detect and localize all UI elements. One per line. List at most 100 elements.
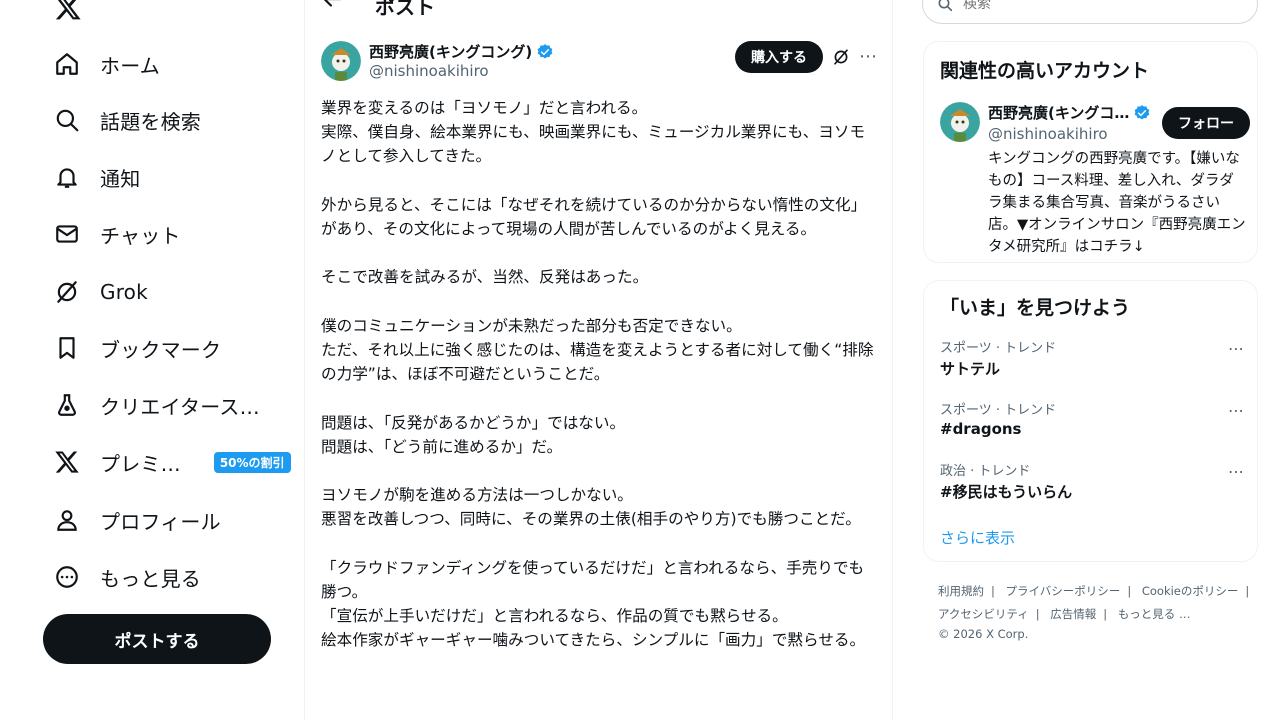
nav-creator-studio[interactable]: クリエイタース… bbox=[42, 382, 272, 428]
trend-more-icon[interactable]: ⋯ bbox=[1228, 339, 1245, 358]
nav-home-label: ホーム bbox=[100, 53, 160, 78]
home-icon bbox=[56, 53, 78, 75]
nav-home[interactable]: ホーム bbox=[42, 41, 172, 87]
tweet-paragraph: そこで改善を試みるが、当然、反発はあった。 bbox=[321, 268, 649, 287]
follow-button[interactable]: フォロー bbox=[1162, 107, 1250, 139]
buy-button[interactable]: 購入する bbox=[735, 41, 823, 73]
left-sidebar: ホーム 話題を検索 通知 チャット Grok ブックマーク クリエイタース… プ… bbox=[0, 0, 305, 720]
x-logo-icon[interactable] bbox=[54, 0, 82, 22]
related-account-bio: キングコングの西野亮廣です。【嫌いなもの】コース料理、差し入れ、ダラダラ集まる集… bbox=[988, 151, 1246, 255]
tweet-paragraph: ただ、それ以上に強く感じたのは、構造を変えようとする者に対して働く“排除の力学”… bbox=[321, 340, 874, 384]
nav-notifications-label: 通知 bbox=[100, 166, 141, 191]
tweet-paragraph: 問題は、「反発があるかどうか」ではない。 bbox=[321, 413, 626, 432]
related-account-name-text: 西野亮廣(キングコ… bbox=[988, 104, 1130, 122]
nav-profile-label: プロフィール bbox=[100, 509, 221, 534]
trend-name: サトテル bbox=[940, 360, 1001, 378]
nav-more[interactable]: もっと見る bbox=[42, 554, 213, 600]
related-accounts-title: 関連性の高いアカウント bbox=[940, 60, 1150, 82]
tweet-paragraph: 絵本作家がギャーギャー噛みついてきたら、シンプルに「画力」で黙らせる。 bbox=[321, 631, 866, 650]
trends-title: 「いま」を見つけよう bbox=[940, 297, 1131, 319]
nav-explore-label: 話題を検索 bbox=[100, 109, 201, 134]
author-name-text: 西野亮廣(キングコング) bbox=[369, 43, 533, 61]
nav-creator-studio-label: クリエイタース… bbox=[100, 394, 260, 419]
search-input[interactable] bbox=[961, 0, 1245, 13]
related-account-name[interactable]: 西野亮廣(キングコ… bbox=[988, 102, 1151, 123]
footer-accessibility-link[interactable]: アクセシビリティ bbox=[938, 607, 1029, 621]
related-accounts-card: 関連性の高いアカウント 西野亮廣(キングコ… @nishinoakihiro フ… bbox=[923, 41, 1258, 263]
nav-bookmarks-label: ブックマーク bbox=[100, 337, 222, 362]
tweet-paragraph: 業界を変えるのは「ヨソモノ」だと言われる。 bbox=[321, 99, 648, 117]
nav-notifications[interactable]: 通知 bbox=[42, 154, 152, 200]
related-account-handle[interactable]: @nishinoakihiro bbox=[988, 125, 1108, 143]
show-more-link[interactable]: さらに表示 bbox=[940, 527, 1015, 548]
tweet-paragraph: 「宣伝が上手いだけだ」と言われるなら、作品の質でも黙らせる。 bbox=[321, 607, 788, 626]
nav-explore[interactable]: 話題を検索 bbox=[42, 97, 213, 143]
nav-profile[interactable]: プロフィール bbox=[42, 497, 233, 543]
tweet-text: 業界を変えるのは「ヨソモノ」だと言われる。実際、僕自身、絵本業界にも、映画業界に… bbox=[321, 96, 877, 653]
nav-grok-label: Grok bbox=[100, 280, 148, 304]
bookmark-icon bbox=[59, 337, 75, 359]
tweet-paragraph: ヨソモノが駒を進める方法は一つしかない。 bbox=[321, 486, 633, 505]
verified-badge-icon bbox=[1135, 104, 1150, 120]
trend-more-icon[interactable]: ⋯ bbox=[1228, 462, 1245, 481]
footer-privacy-link[interactable]: プライバシーポリシー bbox=[1006, 584, 1121, 598]
back-arrow-icon[interactable] bbox=[319, 0, 345, 12]
bell-icon bbox=[57, 168, 77, 188]
nav-more-label: もっと見る bbox=[100, 566, 201, 591]
footer-cookie-link[interactable]: Cookieのポリシー bbox=[1142, 584, 1239, 598]
trend-item[interactable]: 政治 · トレンド #移民はもういらん ⋯ bbox=[940, 460, 1245, 502]
tweet-paragraph: 「クラウドファンディングを使っているだけだ」と言われるなら、手売りでも勝つ。 bbox=[321, 558, 865, 601]
trend-context: スポーツ · トレンド bbox=[940, 403, 1057, 418]
nav-premium[interactable]: プレミ… 50%の割引 bbox=[42, 439, 303, 485]
tweet-paragraph: 悪習を改善しつつ、同時に、その業界の土俵(相手のやり方)でも勝つことだ。 bbox=[321, 510, 861, 529]
trend-context: スポーツ · トレンド bbox=[940, 341, 1057, 356]
nav-premium-label: プレミ… bbox=[100, 451, 181, 476]
author-avatar[interactable] bbox=[321, 41, 361, 81]
tweet-paragraph: 僕のコミュニケーションが未熟だった部分も否定できない。 bbox=[321, 316, 742, 335]
trend-more-icon[interactable]: ⋯ bbox=[1228, 401, 1245, 420]
nav-chat-label: チャット bbox=[100, 223, 181, 248]
footer-more-link[interactable]: もっと見る … bbox=[1118, 607, 1191, 621]
trend-context: 政治 · トレンド bbox=[940, 464, 1031, 479]
trend-item[interactable]: スポーツ · トレンド #dragons ⋯ bbox=[940, 399, 1245, 438]
footer-ads-link[interactable]: 広告情報 bbox=[1050, 607, 1096, 621]
trend-name: #移民はもういらん bbox=[940, 483, 1073, 501]
more-options-icon[interactable]: ⋯ bbox=[859, 46, 878, 67]
creator-studio-icon bbox=[58, 394, 76, 416]
trend-name: #dragons bbox=[940, 420, 1022, 438]
main-column: ポスト 西野亮廣(キングコング) @nishinoakihiro 購入する ⋯ … bbox=[305, 0, 893, 720]
nav-chat[interactable]: チャット bbox=[42, 211, 193, 257]
tweet-paragraph: 外から見ると、そこには「なぜそれを続けているのか分からない惰性の文化」があり、そ… bbox=[321, 195, 867, 238]
discount-badge: 50%の割引 bbox=[213, 451, 291, 473]
x-premium-icon bbox=[55, 451, 79, 473]
author-name[interactable]: 西野亮廣(キングコング) bbox=[369, 41, 554, 62]
footer-links: 利用規約 | プライバシーポリシー | Cookieのポリシー | アクセシビリティ |… bbox=[938, 580, 1258, 642]
copyright: © 2026 X Corp. bbox=[938, 627, 1029, 641]
verified-badge-icon bbox=[537, 43, 553, 59]
grok-icon bbox=[57, 281, 77, 303]
footer-terms-link[interactable]: 利用規約 bbox=[938, 584, 984, 598]
trends-card: 「いま」を見つけよう スポーツ · トレンド サトテル ⋯ スポーツ · トレン… bbox=[923, 280, 1258, 562]
related-account-avatar[interactable] bbox=[940, 102, 980, 142]
page-title: ポスト bbox=[375, 0, 435, 19]
author-handle[interactable]: @nishinoakihiro bbox=[369, 62, 489, 80]
post-button[interactable]: ポストする bbox=[43, 614, 271, 664]
right-sidebar: 関連性の高いアカウント 西野亮廣(キングコ… @nishinoakihiro フ… bbox=[893, 0, 1280, 720]
tweet-paragraph: 実際、僕自身、絵本業界にも、映画業界にも、ミュージカル業界にも、ヨソモノとして参… bbox=[321, 123, 866, 166]
tweet-paragraph: 問題は、「どう前に進めるか」だ。 bbox=[321, 437, 563, 456]
mail-icon bbox=[56, 225, 78, 243]
profile-icon bbox=[57, 510, 77, 531]
trend-item[interactable]: スポーツ · トレンド サトテル ⋯ bbox=[940, 337, 1245, 379]
search-icon bbox=[938, 0, 953, 12]
more-circle-icon bbox=[56, 566, 78, 588]
nav-grok[interactable]: Grok bbox=[42, 269, 160, 315]
search-box[interactable] bbox=[922, 0, 1258, 24]
grok-icon[interactable] bbox=[832, 48, 850, 66]
nav-bookmarks[interactable]: ブックマーク bbox=[42, 325, 233, 371]
